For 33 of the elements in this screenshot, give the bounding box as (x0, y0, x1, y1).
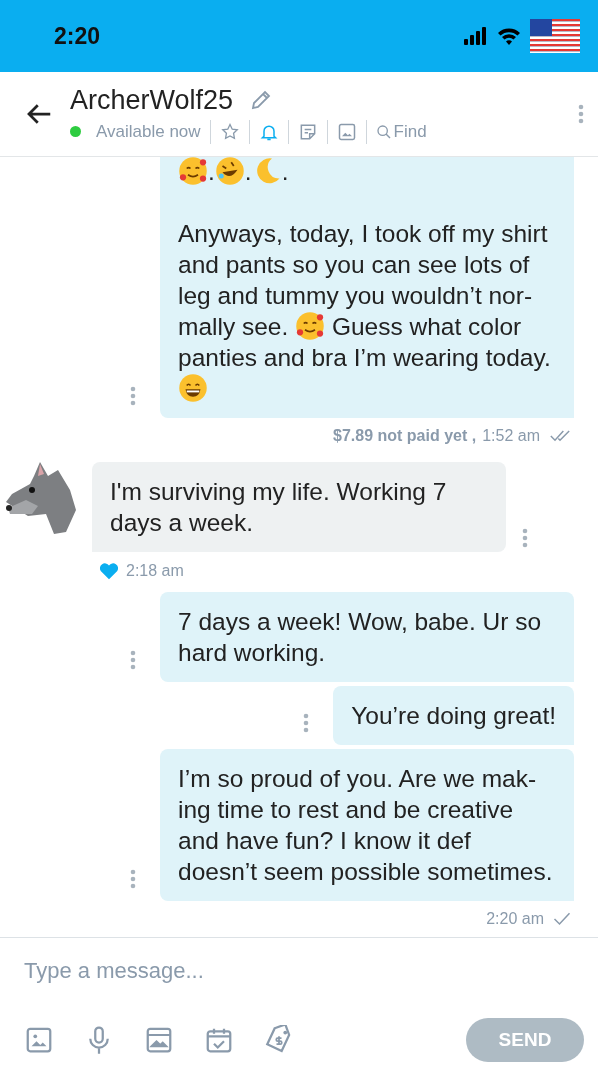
status-text: Available now (96, 121, 201, 142)
message-text: I'm surviving my life. Working 7 days a week. (110, 477, 448, 538)
message-text: Anyways, today, I took off my shirt and pants so you can see lots of leg and tummy you wouldn’t nor-mally see. Guess what color panties and bra I’m wearing today. (178, 218, 556, 404)
message-time: 2:20 am (486, 910, 544, 928)
find-button[interactable]: Find (375, 121, 427, 142)
more-icon[interactable] (130, 650, 136, 670)
price-label: $7.89 not paid yet , (333, 427, 477, 445)
image-icon[interactable] (336, 121, 357, 142)
more-icon[interactable] (578, 104, 584, 124)
more-icon[interactable] (522, 528, 528, 548)
message-time: 1:52 am (482, 427, 540, 445)
smiling-face-icon (178, 157, 208, 186)
message-time: 2:18 am (126, 562, 184, 580)
gallery-icon[interactable] (144, 1025, 174, 1055)
heart-icon[interactable] (98, 560, 120, 582)
message-text: . . . (178, 157, 556, 187)
image-icon[interactable] (24, 1025, 54, 1055)
star-icon[interactable] (219, 121, 240, 142)
contact-name: ArcherWolf25 (70, 84, 234, 116)
grinning-face-icon (178, 373, 208, 403)
message-text: You’re doing great! (351, 701, 556, 731)
more-icon[interactable] (130, 869, 136, 889)
signal-icon (462, 24, 488, 48)
search-icon (375, 123, 392, 140)
flag-icon (530, 19, 580, 53)
message-text: I’m so proud of you. Are we mak-ing time to rest and be creative and have fun? I know it def doesn’t seem possible sometimes. (178, 764, 554, 887)
more-icon[interactable] (130, 386, 136, 406)
message-input[interactable]: Type a message... (24, 958, 584, 984)
more-icon[interactable] (303, 713, 310, 733)
status-time: 2:20 (54, 22, 102, 50)
message-text: 7 days a week! Wow, babe. Ur so hard working. (178, 607, 543, 668)
smiling-face-icon (295, 311, 326, 341)
laughing-face-icon (214, 157, 245, 186)
